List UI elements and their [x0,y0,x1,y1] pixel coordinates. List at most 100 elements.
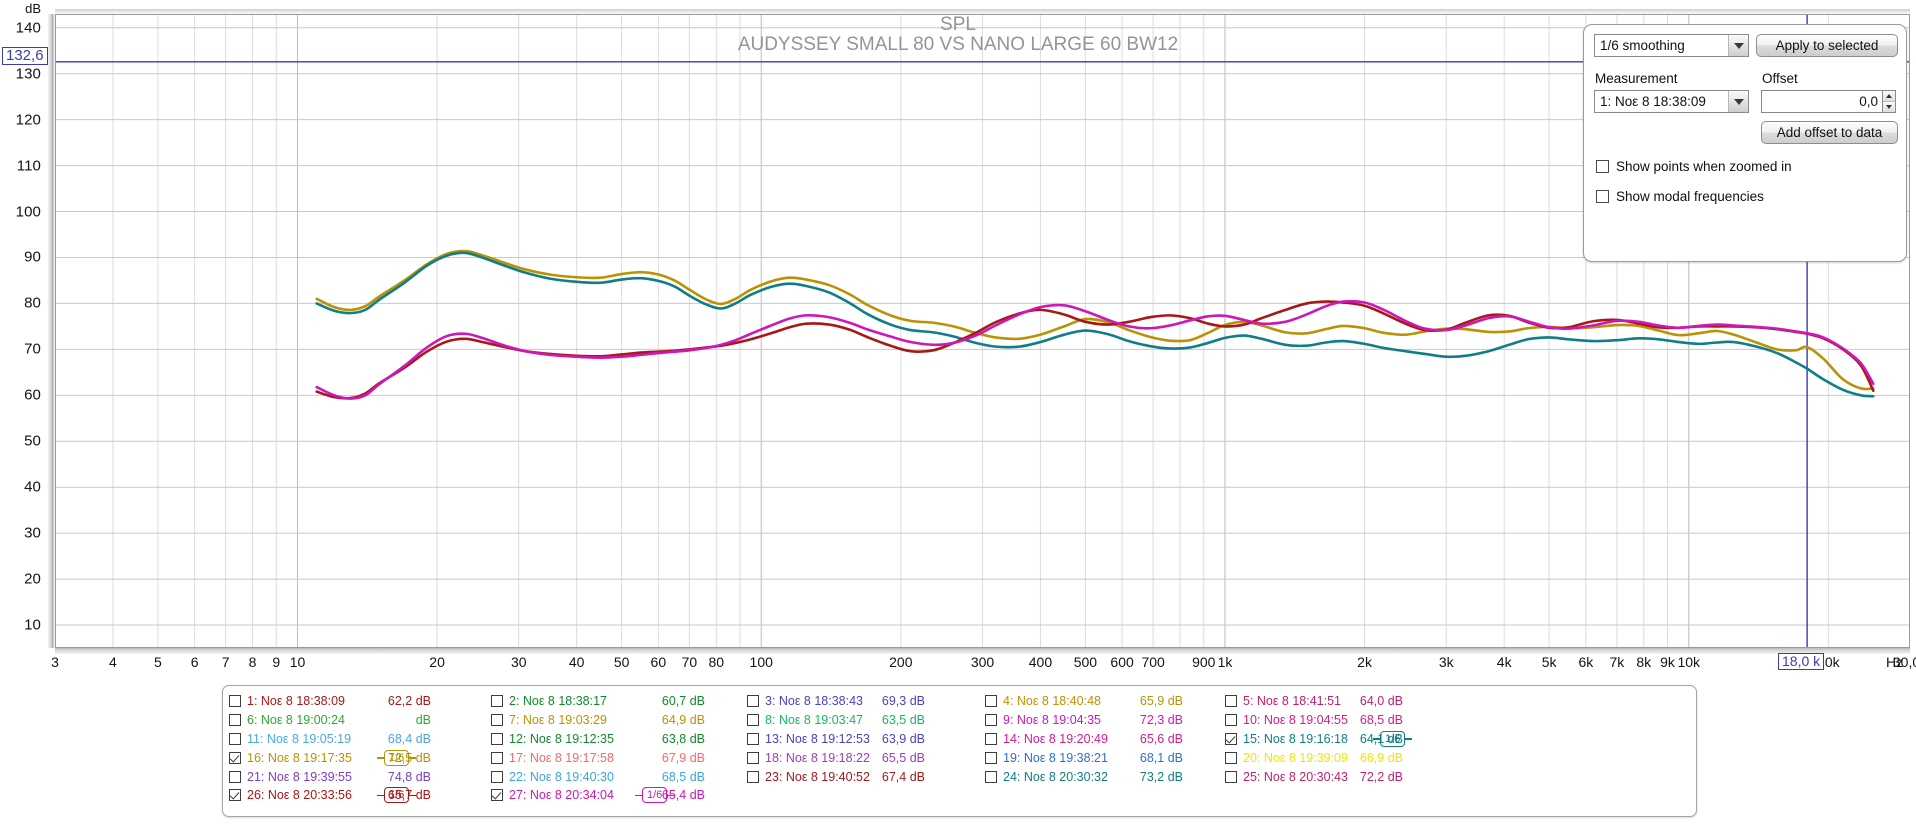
legend-checkbox[interactable] [229,770,241,783]
legend-item[interactable]: 25: Νοε 8 20:30:43 72,2 dB [1219,767,1457,786]
series-group [315,249,1875,400]
y-axis-unit: dB [25,1,41,16]
x-axis-tick-label: 4k [1496,654,1512,670]
legend-item-label: 21: Νοε 8 19:39:55 [247,769,352,784]
legend-item[interactable]: 13: Νοε 8 19:12:53 63,9 dB [741,730,979,749]
legend-item[interactable]: 8: Νοε 8 19:03:47 63,5 dB [741,711,979,730]
add-offset-to-data-button[interactable]: Add offset to data [1761,121,1898,144]
legend-checkbox[interactable] [985,732,997,745]
x-axis-tick-label: 1k [1217,654,1233,670]
legend-checkbox[interactable] [747,714,759,727]
legend-item[interactable]: 27: Νοε 8 20:34:04 1/6 65,4 dB [485,786,741,805]
legend-checkbox[interactable] [1225,714,1237,727]
legend-item[interactable]: 17: Νοε 8 19:17:58 67,9 dB [485,748,741,767]
legend-item[interactable]: 3: Νοε 8 18:38:43 69,3 dB [741,692,979,711]
legend-row: 26: Νοε 8 20:33:56 1/6 65,7 dB 27: Νοε 8 20… [223,786,1696,805]
legend-item-value: 65,9 dB [1139,694,1183,709]
legend-checkbox[interactable] [747,695,759,708]
legend-item[interactable]: 23: Νοε 8 19:40:52 67,4 dB [741,767,979,786]
x-axis-tick-label: 8k [1636,654,1652,670]
offset-stepper[interactable] [1883,90,1896,113]
legend-item[interactable]: 22: Νοε 8 19:40:30 68,5 dB [485,767,741,786]
legend-item-value: 73,2 dB [1139,769,1183,784]
legend-item-value: 60,7 dB [661,694,705,709]
apply-to-selected-button[interactable]: Apply to selected [1756,34,1898,57]
legend-item-label: 5: Νοε 8 18:41:51 [1243,694,1342,709]
legend-checkbox[interactable] [491,789,503,802]
legend-checkbox[interactable] [747,732,759,745]
stepper-up-icon[interactable] [1883,91,1895,102]
legend-item[interactable]: 21: Νοε 8 19:39:55 74,8 dB [223,767,485,786]
legend-checkbox[interactable] [747,770,759,783]
legend-item-value: 74,8 dB [387,769,431,784]
stepper-down-icon[interactable] [1883,102,1895,112]
legend-item-value: 67,9 dB [661,750,705,765]
legend-item[interactable]: 20: Νοε 8 19:39:09 66,9 dB [1219,748,1457,767]
legend-item-label: 8: Νοε 8 19:03:47 [765,713,864,728]
legend-checkbox[interactable] [491,770,503,783]
x-axis-tick-label: 400 [1028,654,1053,670]
legend-checkbox[interactable] [1225,770,1237,783]
legend-item[interactable]: 18: Νοε 8 19:18:22 65,5 dB [741,748,979,767]
legend-item[interactable]: 12: Νοε 8 19:12:35 63,8 dB [485,730,741,749]
legend-item[interactable]: 15: Νοε 8 19:16:18 1/6 64,1 dB [1219,730,1457,749]
show-points-checkbox-row[interactable]: Show points when zoomed in [1596,159,1792,174]
legend-item-label: 16: Νοε 8 19:17:35 [247,750,352,765]
legend-checkbox[interactable] [1225,732,1237,745]
legend-checkbox[interactable] [229,789,241,802]
legend-item[interactable]: 7: Νοε 8 19:03:29 64,9 dB [485,711,741,730]
legend-checkbox[interactable] [491,751,503,764]
show-modal-checkbox[interactable] [1596,190,1609,203]
legend-item[interactable]: 16: Νοε 8 19:17:35 1/6 72,5 dB [223,748,485,767]
y-axis-tick-label: 80 [24,294,41,312]
y-axis-tick-label: 90 [24,248,41,266]
offset-input[interactable]: 0,0 [1761,90,1883,113]
legend-item[interactable]: 24: Νοε 8 20:30:32 73,2 dB [979,767,1219,786]
legend-item-label: 7: Νοε 8 19:03:29 [509,713,608,728]
legend-checkbox[interactable] [985,751,997,764]
legend-checkbox[interactable] [491,714,503,727]
legend-item[interactable]: 9: Νοε 8 19:04:35 72,3 dB [979,711,1219,730]
offset-input-group[interactable]: 0,0 [1761,90,1896,113]
chevron-down-icon[interactable] [1728,35,1748,56]
legend-checkbox[interactable] [229,751,241,764]
legend-item[interactable]: 2: Νοε 8 18:38:17 60,7 dB [485,692,741,711]
smoothing-select[interactable]: 1/6 smoothing [1594,34,1749,57]
legend-item[interactable]: 6: Νοε 8 19:00:24 dB [223,711,485,730]
legend-checkbox[interactable] [491,732,503,745]
legend-checkbox[interactable] [1225,751,1237,764]
legend-checkbox[interactable] [985,714,997,727]
legend-item[interactable]: 11: Νοε 8 19:05:19 68,4 dB [223,730,485,749]
legend-checkbox[interactable] [491,695,503,708]
y-axis-tick-label: 130 [15,65,41,83]
chevron-down-icon[interactable] [1728,91,1748,112]
legend-item-value: 72,3 dB [1139,713,1183,728]
legend-item[interactable]: 19: Νοε 8 19:38:21 68,1 dB [979,748,1219,767]
legend-item[interactable]: 14: Νοε 8 19:20:49 65,6 dB [979,730,1219,749]
x-axis-tick-label: 4 [109,654,117,670]
legend-item[interactable]: 26: Νοε 8 20:33:56 1/6 65,7 dB [223,786,485,805]
show-modal-checkbox-row[interactable]: Show modal frequencies [1596,189,1764,204]
measurement-select[interactable]: 1: Νοε 8 18:38:09 [1594,90,1749,113]
legend-checkbox[interactable] [747,751,759,764]
legend-item[interactable]: 1: Νοε 8 18:38:09 62,2 dB [223,692,485,711]
legend-checkbox[interactable] [229,732,241,745]
legend-checkbox[interactable] [229,695,241,708]
x-axis-tick-label: 40 [568,654,585,670]
legend-item[interactable]: 4: Νοε 8 18:40:48 65,9 dB [979,692,1219,711]
legend-checkbox[interactable] [229,714,241,727]
cursor-x-readout[interactable]: 18,0 k [1778,653,1825,670]
graph-controls-panel: 1/6 smoothing Apply to selected Measurem… [1583,24,1907,262]
x-axis-tick-label: 100 [749,654,773,670]
legend-checkbox[interactable] [985,695,997,708]
legend-checkbox[interactable] [985,770,997,783]
legend-item[interactable]: 5: Νοε 8 18:41:51 64,0 dB [1219,692,1457,711]
legend-item-label: 6: Νοε 8 19:00:24 [247,713,346,728]
legend-item-label: 17: Νοε 8 19:17:58 [509,750,614,765]
x-axis-tick-label: 700 [1141,654,1165,670]
legend-item[interactable]: 10: Νοε 8 19:04:55 68,5 dB [1219,711,1457,730]
cursor-y-readout[interactable]: 132,6 [2,47,48,65]
legend-checkbox[interactable] [1225,695,1237,708]
y-axis-tick-label: 20 [24,570,41,588]
show-points-checkbox[interactable] [1596,160,1609,173]
